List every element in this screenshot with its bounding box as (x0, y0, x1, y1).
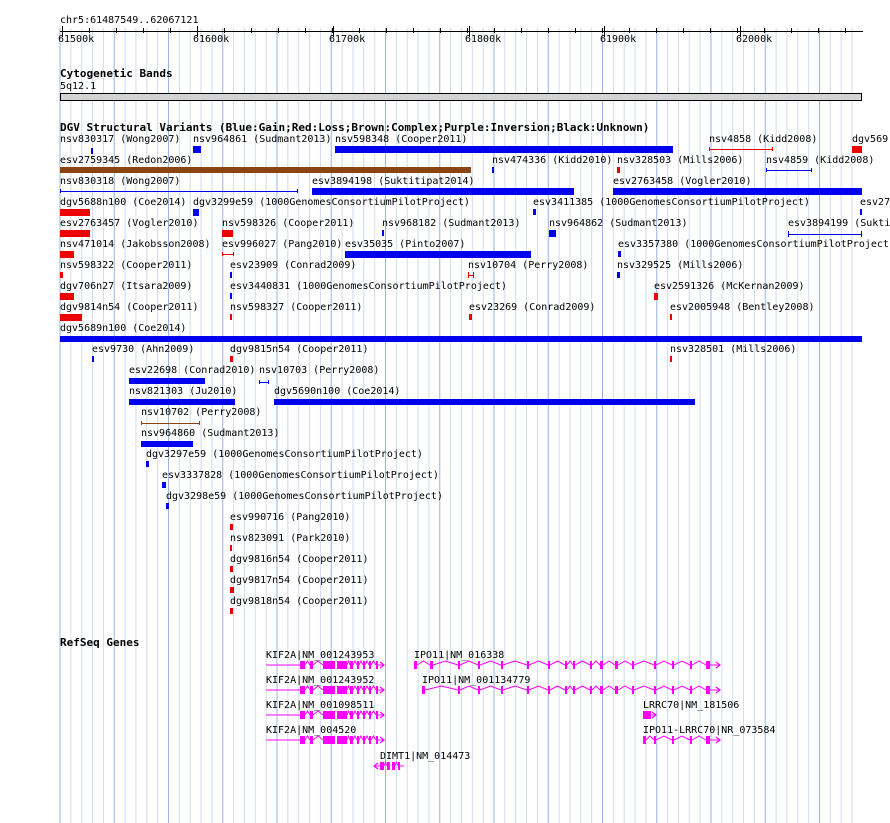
genome-browser: chr5:61487549..62067121 61500k 61600k 6170… (0, 0, 890, 823)
gene-model[interactable] (0, 0, 890, 823)
gene-intron (394, 760, 399, 767)
gene-exon (387, 762, 390, 770)
gene-intron (383, 760, 388, 767)
gene-exon (398, 762, 400, 770)
gene-exon (392, 762, 395, 770)
gene-exon (380, 762, 384, 770)
